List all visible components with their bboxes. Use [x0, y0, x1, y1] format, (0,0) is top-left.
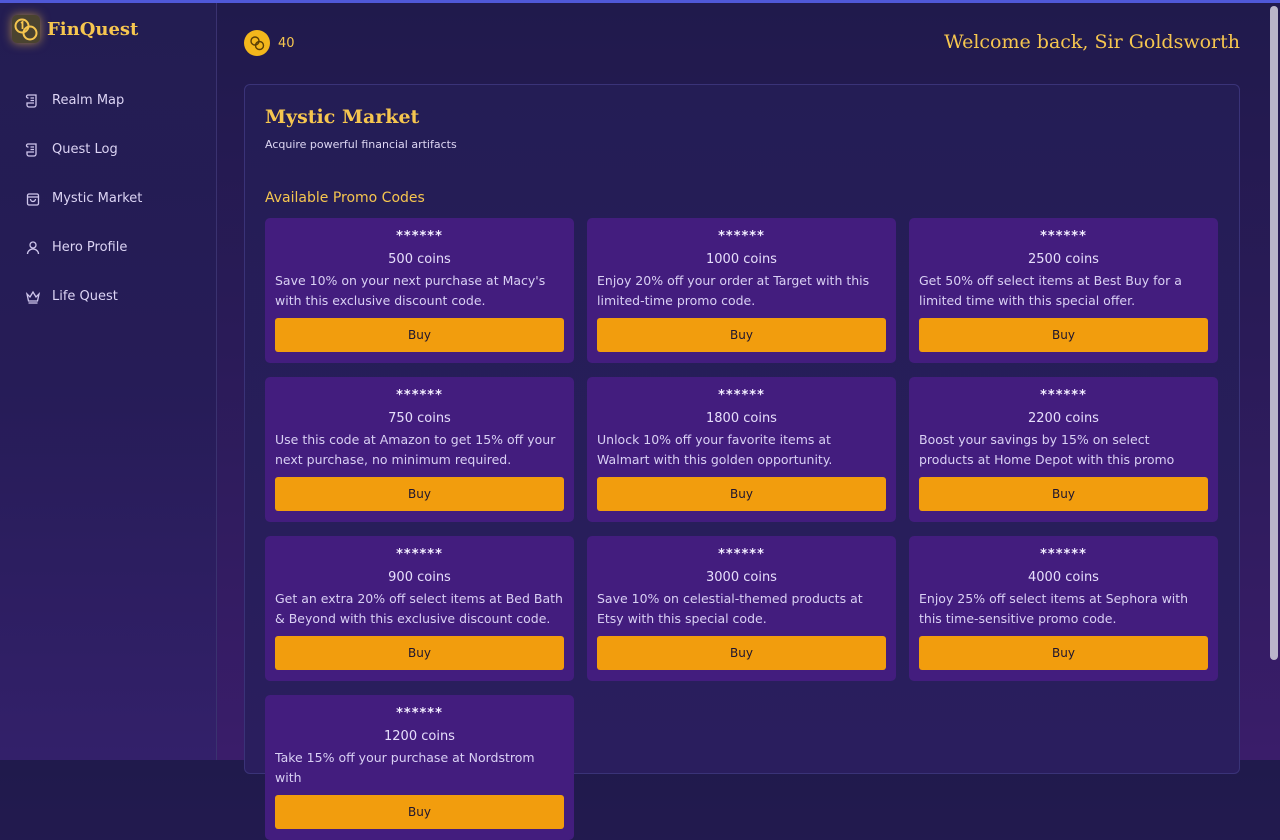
buy-button[interactable]: Buy	[597, 477, 886, 511]
crown-icon	[24, 288, 42, 306]
promo-price: 2500 coins	[1028, 252, 1099, 267]
promo-card: ****** 750 coins Use this code at Amazon…	[265, 377, 574, 522]
promo-code: ******	[396, 229, 443, 244]
promo-description: Enjoy 20% off your order at Target with …	[597, 273, 870, 308]
promo-price: 1800 coins	[706, 411, 777, 426]
promo-card: ****** 4000 coins Enjoy 25% off select i…	[909, 536, 1218, 681]
buy-button[interactable]: Buy	[275, 477, 564, 511]
sidebar-nav: Realm Map Quest Log Mystic Market Hero P…	[0, 76, 216, 321]
buy-button[interactable]: Buy	[919, 318, 1208, 352]
promo-description: Save 10% on celestial-themed products at…	[597, 591, 863, 626]
coins-logo-icon	[12, 15, 40, 43]
promo-grid: ****** 500 coins Save 10% on your next p…	[265, 218, 1219, 840]
page-title: Mystic Market	[265, 106, 420, 128]
promo-card: ****** 2200 coins Boost your savings by …	[909, 377, 1218, 522]
promo-code: ******	[396, 388, 443, 403]
promo-description: Use this code at Amazon to get 15% off y…	[275, 432, 556, 467]
promo-code: ******	[396, 706, 443, 721]
sidebar-item-label: Realm Map	[52, 93, 125, 108]
promo-card: ****** 500 coins Save 10% on your next p…	[265, 218, 574, 363]
buy-button[interactable]: Buy	[275, 636, 564, 670]
sidebar: FinQuest Realm Map Quest Log Mystic Mark…	[0, 3, 217, 760]
promo-description: Enjoy 25% off select items at Sephora wi…	[919, 591, 1189, 626]
sidebar-item-quest-log[interactable]: Quest Log	[0, 125, 216, 174]
promo-price: 900 coins	[388, 570, 451, 585]
sidebar-item-hero-profile[interactable]: Hero Profile	[0, 223, 216, 272]
sidebar-item-mystic-market[interactable]: Mystic Market	[0, 174, 216, 223]
scroll-icon	[24, 141, 42, 159]
coins-icon	[244, 30, 270, 56]
scroll-icon	[24, 92, 42, 110]
promo-card: ****** 900 coins Get an extra 20% off se…	[265, 536, 574, 681]
page-scrollbar[interactable]	[1270, 6, 1278, 660]
sidebar-item-label: Mystic Market	[52, 191, 143, 206]
promo-card: ****** 3000 coins Save 10% on celestial-…	[587, 536, 896, 681]
promo-price: 2200 coins	[1028, 411, 1099, 426]
promo-price: 500 coins	[388, 252, 451, 267]
promo-code: ******	[718, 547, 765, 562]
promo-code: ******	[396, 547, 443, 562]
promo-description: Get 50% off select items at Best Buy for…	[919, 273, 1182, 308]
coin-count: 40	[278, 35, 295, 51]
promo-description: Save 10% on your next purchase at Macy's…	[275, 273, 546, 308]
page-subtitle: Acquire powerful financial artifacts	[265, 138, 457, 151]
promo-code: ******	[718, 229, 765, 244]
promo-price: 1200 coins	[384, 729, 455, 744]
sidebar-item-label: Quest Log	[52, 142, 118, 157]
promo-price: 4000 coins	[1028, 570, 1099, 585]
buy-button[interactable]: Buy	[275, 795, 564, 829]
promo-card: ****** 2500 coins Get 50% off select ite…	[909, 218, 1218, 363]
app-name: FinQuest	[47, 18, 139, 40]
buy-button[interactable]: Buy	[597, 318, 886, 352]
promo-description: Get an extra 20% off select items at Bed…	[275, 591, 563, 626]
promo-description: Take 15% off your purchase at Nordstrom …	[275, 750, 535, 785]
buy-button[interactable]: Buy	[919, 636, 1208, 670]
promo-price: 750 coins	[388, 411, 451, 426]
user-icon	[24, 239, 42, 257]
promo-price: 1000 coins	[706, 252, 777, 267]
brand[interactable]: FinQuest	[12, 15, 138, 43]
sidebar-item-life-quest[interactable]: Life Quest	[0, 272, 216, 321]
promo-code: ******	[1040, 229, 1087, 244]
promo-price: 3000 coins	[706, 570, 777, 585]
promo-code: ******	[1040, 388, 1087, 403]
market-panel: Mystic Market Acquire powerful financial…	[244, 84, 1240, 840]
promo-code: ******	[718, 388, 765, 403]
buy-button[interactable]: Buy	[597, 636, 886, 670]
buy-button[interactable]: Buy	[275, 318, 564, 352]
sidebar-item-label: Hero Profile	[52, 240, 128, 255]
welcome-message: Welcome back, Sir Goldsworth	[944, 31, 1240, 53]
shopping-bag-icon	[24, 190, 42, 208]
promo-description: Unlock 10% off your favorite items at Wa…	[597, 432, 833, 467]
sidebar-item-realm-map[interactable]: Realm Map	[0, 76, 216, 125]
sidebar-item-label: Life Quest	[52, 289, 118, 304]
coin-balance: 40	[244, 30, 295, 56]
promo-card: ****** 1200 coins Take 15% off your purc…	[265, 695, 574, 840]
promo-code: ******	[1040, 547, 1087, 562]
promo-card: ****** 1800 coins Unlock 10% off your fa…	[587, 377, 896, 522]
promo-card: ****** 1000 coins Enjoy 20% off your ord…	[587, 218, 896, 363]
section-title: Available Promo Codes	[265, 190, 425, 206]
promo-description: Boost your savings by 15% on select prod…	[919, 432, 1175, 467]
buy-button[interactable]: Buy	[919, 477, 1208, 511]
